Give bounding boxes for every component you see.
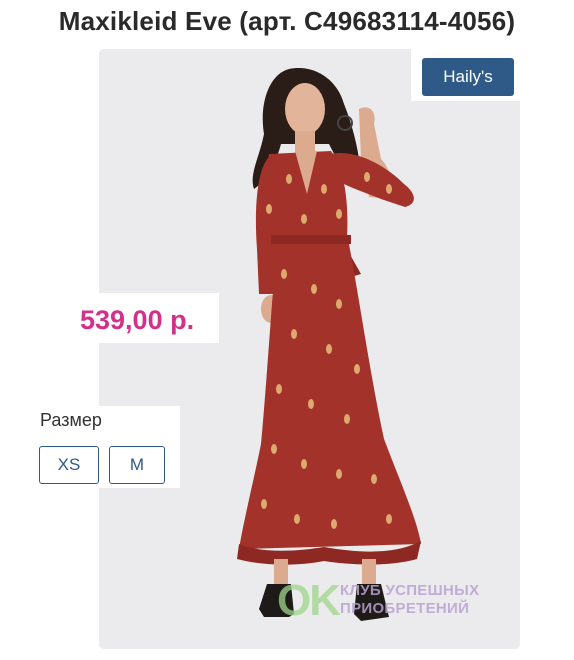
watermark-logo: OK <box>277 576 341 625</box>
product-card: Maxikleid Eve (арт. C49683114-4056) Hail… <box>0 0 574 660</box>
brand-button[interactable]: Haily's <box>422 58 514 96</box>
size-label: Размер <box>40 410 102 430</box>
dress-model-image <box>99 49 520 649</box>
product-price: 539,00 р. <box>80 305 195 335</box>
watermark-line-1: КЛУБ УСПЕШНЫХ <box>340 582 480 599</box>
product-photo[interactable] <box>99 49 520 649</box>
watermark-text: КЛУБ УСПЕШНЫХ ПРИОБРЕТЕНИЙ <box>340 582 500 618</box>
size-option-m[interactable]: M <box>109 446 165 484</box>
size-option-xs[interactable]: XS <box>39 446 99 484</box>
watermark-line-2: ПРИОБРЕТЕНИЙ <box>340 600 470 617</box>
product-title: Maxikleid Eve (арт. C49683114-4056) <box>58 6 516 36</box>
